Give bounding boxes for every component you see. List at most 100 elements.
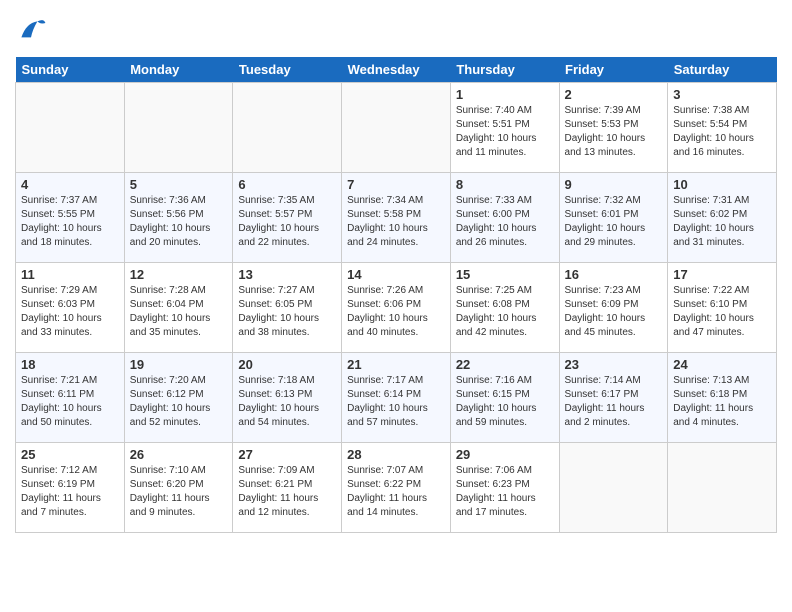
day-info: Sunrise: 7:35 AM Sunset: 5:57 PM Dayligh… [238, 194, 336, 250]
day-number: 20 [238, 357, 336, 372]
calendar-table: SundayMondayTuesdayWednesdayThursdayFrid… [15, 57, 777, 533]
calendar-cell: 9 Sunrise: 7:32 AM Sunset: 6:01 PM Daylig… [559, 173, 668, 263]
calendar-header-wednesday: Wednesday [342, 57, 451, 83]
day-info: Sunrise: 7:12 AM Sunset: 6:19 PM Dayligh… [21, 464, 119, 520]
day-info: Sunrise: 7:31 AM Sunset: 6:02 PM Dayligh… [673, 194, 771, 250]
day-info: Sunrise: 7:33 AM Sunset: 6:00 PM Dayligh… [456, 194, 554, 250]
calendar-cell: 15 Sunrise: 7:25 AM Sunset: 6:08 PM Dayli… [450, 263, 559, 353]
day-info: Sunrise: 7:13 AM Sunset: 6:18 PM Dayligh… [673, 374, 771, 430]
day-number: 10 [673, 177, 771, 192]
day-info: Sunrise: 7:25 AM Sunset: 6:08 PM Dayligh… [456, 284, 554, 340]
day-number: 7 [347, 177, 445, 192]
day-number: 29 [456, 447, 554, 462]
day-info: Sunrise: 7:40 AM Sunset: 5:51 PM Dayligh… [456, 104, 554, 160]
logo-bird-icon [15, 15, 47, 47]
day-info: Sunrise: 7:21 AM Sunset: 6:11 PM Dayligh… [21, 374, 119, 430]
calendar-cell: 5Sunrise: 7:36 AM Sunset: 5:56 PM Daylig… [124, 173, 233, 263]
day-info: Sunrise: 7:23 AM Sunset: 6:09 PM Dayligh… [565, 284, 663, 340]
calendar-header-row: SundayMondayTuesdayWednesdayThursdayFrid… [16, 57, 777, 83]
day-number: 3 [673, 87, 771, 102]
calendar-cell: 22 Sunrise: 7:16 AM Sunset: 6:15 PM Dayli… [450, 353, 559, 443]
day-number: 6 [238, 177, 336, 192]
calendar-cell [233, 83, 342, 173]
calendar-cell: 11Sunrise: 7:29 AM Sunset: 6:03 PM Dayli… [16, 263, 125, 353]
calendar-cell: 24 Sunrise: 7:13 AM Sunset: 6:18 PM Dayli… [668, 353, 777, 443]
day-info: Sunrise: 7:29 AM Sunset: 6:03 PM Dayligh… [21, 284, 119, 340]
day-info: Sunrise: 7:22 AM Sunset: 6:10 PM Dayligh… [673, 284, 771, 340]
day-info: Sunrise: 7:16 AM Sunset: 6:15 PM Dayligh… [456, 374, 554, 430]
day-info: Sunrise: 7:06 AM Sunset: 6:23 PM Dayligh… [456, 464, 554, 520]
calendar-header-friday: Friday [559, 57, 668, 83]
day-info: Sunrise: 7:26 AM Sunset: 6:06 PM Dayligh… [347, 284, 445, 340]
day-number: 12 [130, 267, 228, 282]
day-info: Sunrise: 7:10 AM Sunset: 6:20 PM Dayligh… [130, 464, 228, 520]
calendar-cell: 4 Sunrise: 7:37 AM Sunset: 5:55 PM Daylig… [16, 173, 125, 263]
day-info: Sunrise: 7:27 AM Sunset: 6:05 PM Dayligh… [238, 284, 336, 340]
calendar-cell [124, 83, 233, 173]
calendar-cell [668, 443, 777, 533]
calendar-header-sunday: Sunday [16, 57, 125, 83]
day-info: Sunrise: 7:18 AM Sunset: 6:13 PM Dayligh… [238, 374, 336, 430]
day-info: Sunrise: 7:17 AM Sunset: 6:14 PM Dayligh… [347, 374, 445, 430]
day-number: 8 [456, 177, 554, 192]
calendar-cell: 8 Sunrise: 7:33 AM Sunset: 6:00 PM Daylig… [450, 173, 559, 263]
day-info: Sunrise: 7:28 AM Sunset: 6:04 PM Dayligh… [130, 284, 228, 340]
calendar-cell: 19 Sunrise: 7:20 AM Sunset: 6:12 PM Dayli… [124, 353, 233, 443]
day-info: Sunrise: 7:39 AM Sunset: 5:53 PM Dayligh… [565, 104, 663, 160]
day-number: 22 [456, 357, 554, 372]
day-number: 14 [347, 267, 445, 282]
day-number: 26 [130, 447, 228, 462]
day-number: 28 [347, 447, 445, 462]
calendar-cell [559, 443, 668, 533]
calendar-cell: 28Sunrise: 7:07 AM Sunset: 6:22 PM Dayli… [342, 443, 451, 533]
day-number: 19 [130, 357, 228, 372]
day-info: Sunrise: 7:34 AM Sunset: 5:58 PM Dayligh… [347, 194, 445, 250]
day-number: 9 [565, 177, 663, 192]
day-number: 5 [130, 177, 228, 192]
calendar-cell: 20 Sunrise: 7:18 AM Sunset: 6:13 PM Dayli… [233, 353, 342, 443]
calendar-cell [342, 83, 451, 173]
day-info: Sunrise: 7:37 AM Sunset: 5:55 PM Dayligh… [21, 194, 119, 250]
calendar-cell: 3 Sunrise: 7:38 AM Sunset: 5:54 PM Daylig… [668, 83, 777, 173]
calendar-cell: 16 Sunrise: 7:23 AM Sunset: 6:09 PM Dayli… [559, 263, 668, 353]
day-number: 18 [21, 357, 119, 372]
day-info: Sunrise: 7:32 AM Sunset: 6:01 PM Dayligh… [565, 194, 663, 250]
calendar-cell: 17 Sunrise: 7:22 AM Sunset: 6:10 PM Dayli… [668, 263, 777, 353]
calendar-cell: 13 Sunrise: 7:27 AM Sunset: 6:05 PM Dayli… [233, 263, 342, 353]
calendar-header-monday: Monday [124, 57, 233, 83]
day-number: 27 [238, 447, 336, 462]
calendar-cell: 29 Sunrise: 7:06 AM Sunset: 6:23 PM Dayli… [450, 443, 559, 533]
calendar-cell [16, 83, 125, 173]
day-number: 17 [673, 267, 771, 282]
calendar-week-2: 4 Sunrise: 7:37 AM Sunset: 5:55 PM Daylig… [16, 173, 777, 263]
calendar-cell: 2Sunrise: 7:39 AM Sunset: 5:53 PM Daylig… [559, 83, 668, 173]
calendar-cell: 12 Sunrise: 7:28 AM Sunset: 6:04 PM Dayli… [124, 263, 233, 353]
day-number: 1 [456, 87, 554, 102]
day-number: 25 [21, 447, 119, 462]
day-number: 21 [347, 357, 445, 372]
calendar-cell: 27 Sunrise: 7:09 AM Sunset: 6:21 PM Dayli… [233, 443, 342, 533]
page-header [15, 15, 777, 47]
calendar-header-thursday: Thursday [450, 57, 559, 83]
day-number: 24 [673, 357, 771, 372]
calendar-cell: 6 Sunrise: 7:35 AM Sunset: 5:57 PM Daylig… [233, 173, 342, 263]
day-info: Sunrise: 7:38 AM Sunset: 5:54 PM Dayligh… [673, 104, 771, 160]
day-number: 13 [238, 267, 336, 282]
calendar-cell: 7 Sunrise: 7:34 AM Sunset: 5:58 PM Daylig… [342, 173, 451, 263]
calendar-cell: 23Sunrise: 7:14 AM Sunset: 6:17 PM Dayli… [559, 353, 668, 443]
calendar-cell: 25 Sunrise: 7:12 AM Sunset: 6:19 PM Dayli… [16, 443, 125, 533]
calendar-header-tuesday: Tuesday [233, 57, 342, 83]
calendar-week-5: 25 Sunrise: 7:12 AM Sunset: 6:19 PM Dayli… [16, 443, 777, 533]
day-number: 4 [21, 177, 119, 192]
calendar-cell: 10 Sunrise: 7:31 AM Sunset: 6:02 PM Dayli… [668, 173, 777, 263]
calendar-week-3: 11Sunrise: 7:29 AM Sunset: 6:03 PM Dayli… [16, 263, 777, 353]
day-info: Sunrise: 7:09 AM Sunset: 6:21 PM Dayligh… [238, 464, 336, 520]
day-info: Sunrise: 7:20 AM Sunset: 6:12 PM Dayligh… [130, 374, 228, 430]
calendar-cell: 1 Sunrise: 7:40 AM Sunset: 5:51 PM Daylig… [450, 83, 559, 173]
calendar-cell: 18 Sunrise: 7:21 AM Sunset: 6:11 PM Dayli… [16, 353, 125, 443]
calendar-cell: 26 Sunrise: 7:10 AM Sunset: 6:20 PM Dayli… [124, 443, 233, 533]
day-number: 16 [565, 267, 663, 282]
day-number: 15 [456, 267, 554, 282]
calendar-week-4: 18 Sunrise: 7:21 AM Sunset: 6:11 PM Dayli… [16, 353, 777, 443]
day-info: Sunrise: 7:14 AM Sunset: 6:17 PM Dayligh… [565, 374, 663, 430]
